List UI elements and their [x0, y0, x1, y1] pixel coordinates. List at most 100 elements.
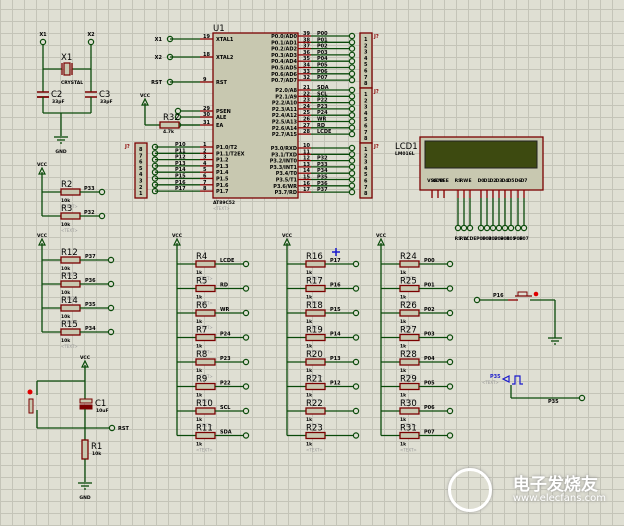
terminal[interactable] [242, 260, 250, 268]
reset-button-icon[interactable] [28, 398, 34, 414]
terminal[interactable] [454, 224, 462, 232]
net-label: RST [151, 80, 162, 86]
terminal[interactable] [87, 38, 95, 46]
terminal[interactable] [108, 424, 116, 432]
terminal[interactable] [242, 309, 250, 317]
terminal[interactable] [348, 86, 356, 94]
terminal[interactable] [446, 309, 454, 317]
terminal[interactable] [348, 124, 356, 132]
net-label: P07 [424, 430, 435, 436]
terminal[interactable] [348, 51, 356, 59]
terminal[interactable] [514, 224, 522, 232]
capacitor-c1[interactable] [79, 398, 93, 404]
terminal[interactable] [348, 182, 356, 189]
terminal[interactable] [348, 64, 356, 71]
connector-pin-number: 6 [139, 160, 143, 166]
net-label: P14 [330, 332, 341, 338]
terminal[interactable] [348, 93, 356, 100]
terminal[interactable] [460, 224, 468, 232]
connector-pin-number: 1 [364, 92, 368, 98]
terminal[interactable] [348, 99, 356, 106]
terminal[interactable] [98, 212, 106, 220]
terminal[interactable] [352, 285, 360, 292]
terminal[interactable] [242, 383, 250, 390]
terminal[interactable] [466, 224, 474, 232]
terminal[interactable] [348, 70, 356, 78]
terminal[interactable] [446, 407, 454, 415]
terminal[interactable] [348, 151, 356, 158]
terminal[interactable] [107, 280, 115, 288]
terminal[interactable] [107, 256, 115, 264]
terminal[interactable] [348, 105, 356, 113]
terminal[interactable] [477, 224, 485, 232]
terminal[interactable] [483, 224, 491, 232]
resistor-ref: R26 [400, 301, 417, 311]
terminal[interactable] [348, 169, 356, 177]
terminal[interactable] [242, 334, 250, 341]
resistor-ref: R7 [196, 326, 207, 336]
vcc-label: VCC [80, 355, 91, 361]
pin-name: P1.1/T2EX [216, 151, 245, 157]
terminal[interactable] [348, 32, 356, 40]
connector-pin-number: 2 [364, 153, 368, 159]
resistor-r1[interactable] [81, 439, 89, 460]
terminal[interactable] [348, 39, 356, 46]
terminal[interactable] [578, 394, 586, 402]
terminal[interactable] [489, 224, 497, 232]
connector-pin-number: 5 [139, 166, 143, 172]
terminal[interactable] [242, 285, 250, 292]
lcd-pin-name: D7 [521, 178, 528, 184]
terminal[interactable] [507, 224, 515, 232]
terminal[interactable] [495, 224, 503, 232]
net-label: P06 [424, 405, 435, 411]
terminal[interactable] [352, 260, 360, 268]
terminal[interactable] [348, 176, 356, 183]
clock-generator-icon[interactable] [501, 375, 523, 385]
terminal[interactable] [348, 188, 356, 196]
terminal[interactable] [348, 58, 356, 65]
terminal[interactable] [352, 407, 360, 415]
pin-number: 19 [203, 34, 210, 40]
net-label: P24 [220, 332, 231, 338]
terminal[interactable] [348, 45, 356, 52]
terminal[interactable] [107, 328, 115, 336]
terminal[interactable] [501, 224, 509, 232]
terminal[interactable] [348, 76, 356, 84]
terminal[interactable] [242, 407, 250, 415]
terminal[interactable] [39, 38, 47, 46]
terminal[interactable] [352, 432, 360, 439]
terminal[interactable] [348, 144, 356, 152]
resistor-ref: R12 [61, 248, 78, 258]
terminal[interactable] [98, 188, 106, 196]
terminal[interactable] [446, 383, 454, 390]
terminal[interactable] [446, 358, 454, 366]
net-label: X1 [39, 32, 47, 38]
terminal[interactable] [352, 358, 360, 366]
net-label: P04 [424, 356, 435, 362]
net-label: P05 [317, 63, 328, 69]
terminal[interactable] [446, 334, 454, 341]
terminal[interactable] [348, 111, 356, 119]
terminal[interactable] [473, 296, 481, 304]
terminal[interactable] [352, 334, 360, 341]
resistor-ref: R3 [61, 204, 72, 214]
net-label: P07 [519, 236, 529, 242]
terminal[interactable] [348, 130, 356, 138]
pin-number: 26 [303, 117, 310, 123]
terminal[interactable] [352, 309, 360, 317]
terminal[interactable] [348, 163, 356, 171]
connector-pin-number: 4 [364, 111, 368, 117]
terminal[interactable] [242, 432, 250, 439]
terminal[interactable] [352, 383, 360, 390]
terminal[interactable] [107, 304, 115, 312]
net-label: P03 [317, 50, 328, 56]
net-label: P23 [220, 356, 231, 362]
schematic-canvas[interactable]: U1AT89C52<TEXT>19 XTAL1X118 XTAL2X29 RSTRST… [0, 0, 624, 526]
terminal[interactable] [446, 432, 454, 439]
terminal[interactable] [446, 285, 454, 292]
terminal[interactable] [348, 118, 356, 125]
terminal[interactable] [446, 260, 454, 268]
terminal[interactable] [348, 157, 356, 164]
terminal[interactable] [242, 358, 250, 366]
terminal[interactable] [520, 224, 528, 232]
